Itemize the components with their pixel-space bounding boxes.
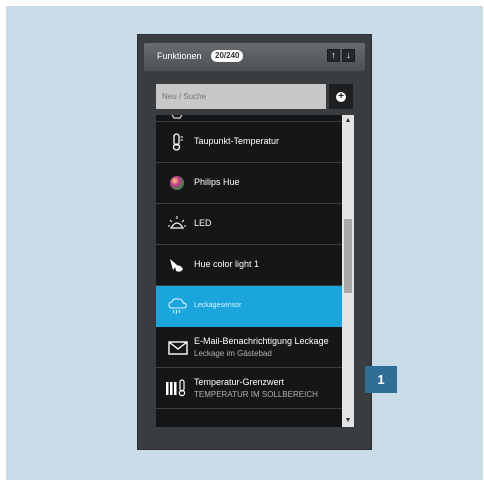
- function-list: Taupunkt-Temperatur Philips Hue LED Hue …: [156, 115, 342, 427]
- sort-up-button[interactable]: ↑: [327, 49, 340, 62]
- list-item[interactable]: E-Mail-Benachrichtigung Leckage Leckage …: [156, 327, 342, 368]
- item-label: Temperatur-Grenzwert: [194, 377, 285, 387]
- scroll-thumb[interactable]: [344, 219, 352, 293]
- search-input[interactable]: [156, 84, 326, 109]
- list-item[interactable]: LED: [156, 204, 342, 245]
- leak-cloud-icon: [168, 297, 187, 315]
- item-label: Taupunkt-Temperatur: [194, 136, 280, 146]
- list-item[interactable]: Hue color light 1: [156, 245, 342, 286]
- add-icon: +: [336, 92, 346, 102]
- scroll-down-arrow[interactable]: ▼: [342, 415, 354, 427]
- color-ball-icon: [168, 174, 186, 192]
- item-label: LED: [194, 218, 212, 228]
- item-label: Philips Hue: [194, 177, 240, 187]
- count-badge: 20/240: [211, 50, 244, 62]
- add-button[interactable]: +: [329, 84, 353, 109]
- envelope-icon: [168, 340, 188, 358]
- item-sublabel: TEMPERATUR IM SOLLBEREICH: [194, 390, 318, 399]
- lamp-icon: [168, 256, 186, 274]
- list-item[interactable]: Taupunkt-Temperatur: [156, 122, 342, 163]
- thermometer-icon: [168, 133, 186, 151]
- item-sublabel: Leckage im Gästebad: [194, 349, 272, 358]
- callout-marker: 1: [365, 366, 397, 393]
- functions-panel: Funktionen 20/240 ↑ ↓ + Taupunkt-Tempera…: [137, 34, 372, 450]
- panel-title: Funktionen: [157, 51, 202, 61]
- led-bulb-icon: [168, 215, 186, 233]
- sort-down-button[interactable]: ↓: [342, 49, 355, 62]
- heater-thermometer-icon: [165, 379, 186, 397]
- scrollbar[interactable]: ▲ ▼: [342, 115, 354, 427]
- panel-header: Funktionen 20/240 ↑ ↓: [144, 43, 365, 71]
- list-item[interactable]: Leckagesensor: [156, 286, 342, 327]
- item-label: E-Mail-Benachrichtigung Leckage: [194, 336, 329, 346]
- list-item[interactable]: Philips Hue: [156, 163, 342, 204]
- item-label: Hue color light 1: [194, 259, 260, 269]
- list-item[interactable]: Temperatur-Grenzwert TEMPERATUR IM SOLLB…: [156, 368, 342, 409]
- item-label: Leckagesensor: [194, 302, 242, 309]
- list-item[interactable]: [156, 115, 342, 122]
- scroll-up-arrow[interactable]: ▲: [342, 115, 354, 127]
